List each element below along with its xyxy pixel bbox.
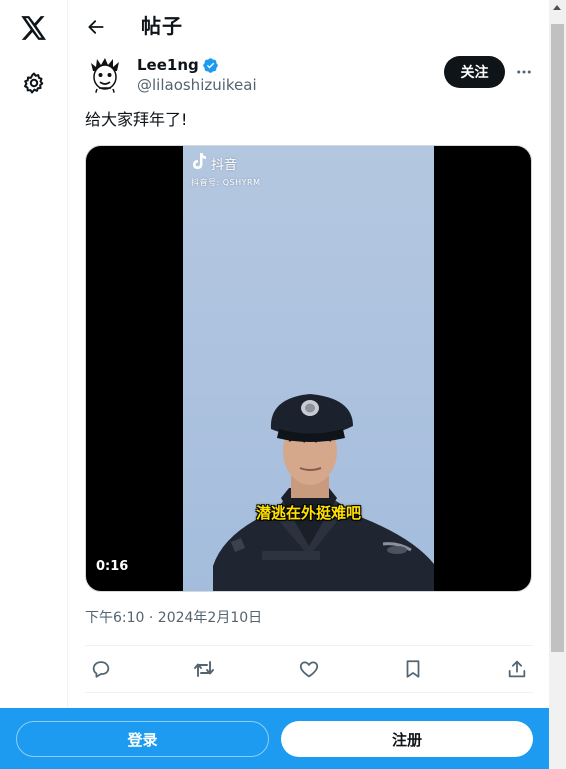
douyin-watermark: 抖音: [191, 152, 237, 174]
like-icon[interactable]: [296, 656, 322, 682]
settings-gear-icon[interactable]: [20, 69, 48, 97]
more-options-icon[interactable]: [510, 58, 538, 86]
back-arrow-icon[interactable]: [81, 12, 111, 42]
verified-badge-icon: [202, 57, 219, 74]
scroll-up-arrow-icon[interactable]: [553, 5, 561, 10]
video-frame: 抖音 抖音号: QSHYRM 潜逃在外挺难吧: [183, 146, 434, 591]
login-button[interactable]: 登录: [16, 721, 269, 757]
author-name[interactable]: Lee1ng: [137, 55, 219, 75]
video-player[interactable]: 抖音 抖音号: QSHYRM 潜逃在外挺难吧 0:16: [85, 145, 532, 592]
main-column: 帖子 Lee1ng @lilaoshizuikeai 关注 给大家拜年了! 抖音…: [69, 0, 549, 769]
page-title: 帖子: [141, 14, 183, 38]
left-nav: [0, 0, 68, 769]
reply-icon[interactable]: [88, 656, 114, 682]
author-handle[interactable]: @lilaoshizuikeai: [137, 75, 257, 95]
post-author: Lee1ng @lilaoshizuikeai 关注: [69, 53, 549, 101]
post-actions: [85, 654, 533, 684]
post-timestamp[interactable]: 下午6:10 · 2024年2月10日: [85, 608, 262, 628]
login-prompt-bar: 登录 注册: [0, 708, 549, 769]
signup-button[interactable]: 注册: [281, 721, 533, 757]
bookmark-icon[interactable]: [400, 656, 426, 682]
x-logo-icon[interactable]: [18, 12, 50, 44]
douyin-account-id: 抖音号: QSHYRM: [191, 178, 261, 187]
share-icon[interactable]: [504, 656, 530, 682]
post-text: 给大家拜年了!: [85, 110, 188, 129]
douyin-logo-icon: [191, 152, 207, 174]
douyin-watermark-text: 抖音: [211, 157, 238, 173]
author-name-text: Lee1ng: [137, 56, 199, 74]
video-duration: 0:16: [96, 559, 129, 574]
vertical-scrollbar[interactable]: [549, 0, 566, 769]
scrollbar-thumb[interactable]: [551, 24, 564, 652]
video-subtitle: 潜逃在外挺难吧: [255, 504, 361, 522]
retweet-icon[interactable]: [191, 656, 217, 682]
divider: [85, 692, 533, 693]
follow-button[interactable]: 关注: [444, 56, 505, 88]
top-bar: 帖子: [69, 0, 549, 53]
video-still-image: [213, 394, 434, 591]
avatar[interactable]: [85, 55, 125, 95]
divider: [85, 645, 533, 646]
